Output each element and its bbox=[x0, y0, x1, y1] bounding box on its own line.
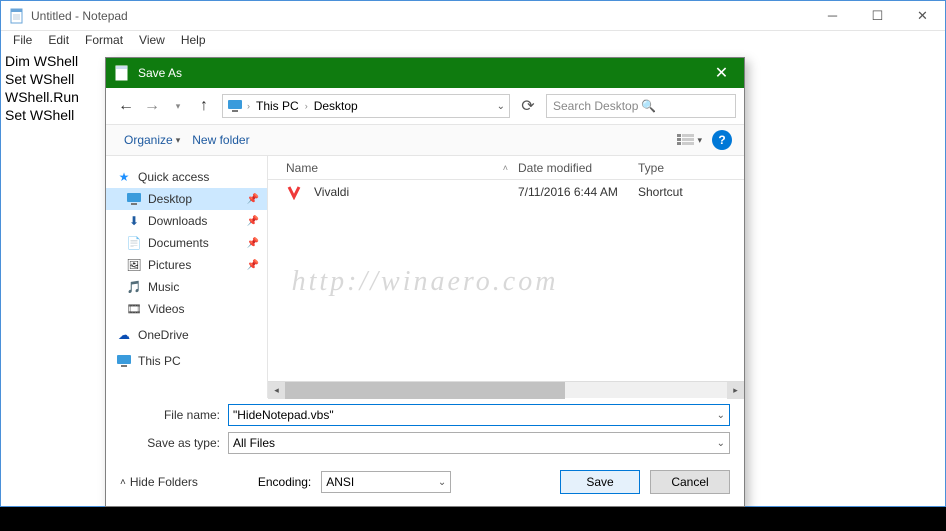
column-date[interactable]: Date modified bbox=[518, 161, 638, 175]
tree-music[interactable]: 🎵 Music bbox=[106, 276, 267, 298]
column-name[interactable]: Name˄ bbox=[268, 161, 518, 175]
pin-icon: 📌 bbox=[247, 238, 259, 249]
list-item[interactable]: Vivaldi 7/11/2016 6:44 AM Shortcut bbox=[268, 180, 744, 204]
breadcrumb-thispc[interactable]: This PC bbox=[254, 99, 301, 113]
notepad-title: Untitled - Notepad bbox=[31, 9, 810, 23]
notepad-icon bbox=[114, 65, 130, 81]
filename-input[interactable]: "HideNotepad.vbs" ⌄ bbox=[228, 404, 730, 426]
tree-documents[interactable]: 📄 Documents 📌 bbox=[106, 232, 267, 254]
tree-downloads[interactable]: ⬇ Downloads 📌 bbox=[106, 210, 267, 232]
saveas-title: Save As bbox=[138, 66, 699, 80]
nav-tree: ★ Quick access Desktop 📌 ⬇ Downloads 📌 📄… bbox=[106, 156, 268, 398]
forward-button[interactable]: → bbox=[140, 94, 164, 118]
newfolder-button[interactable]: New folder bbox=[186, 129, 255, 151]
minimize-button[interactable]: ─ bbox=[810, 1, 855, 31]
menu-view[interactable]: View bbox=[131, 31, 173, 51]
recent-dropdown[interactable]: ▾ bbox=[166, 94, 190, 118]
saveas-dialog: Save As ✕ ← → ▾ ↑ › This PC › Desktop ⌄ … bbox=[105, 57, 745, 507]
breadcrumb-desktop[interactable]: Desktop bbox=[312, 99, 360, 113]
encoding-label: Encoding: bbox=[258, 475, 311, 489]
back-button[interactable]: ← bbox=[114, 94, 138, 118]
file-list: Name˄ Date modified Type Vivaldi 7/11/20… bbox=[268, 156, 744, 398]
star-icon: ★ bbox=[116, 169, 132, 185]
column-type[interactable]: Type bbox=[638, 161, 744, 175]
dialog-close-button[interactable]: ✕ bbox=[699, 58, 744, 88]
view-button[interactable]: ▾ bbox=[677, 133, 702, 147]
save-button[interactable]: Save bbox=[560, 470, 640, 494]
saveastype-label: Save as type: bbox=[120, 436, 228, 450]
encoding-select[interactable]: ANSI ⌄ bbox=[321, 471, 451, 493]
menu-help[interactable]: Help bbox=[173, 31, 214, 51]
help-button[interactable]: ? bbox=[712, 130, 732, 150]
scroll-left-icon[interactable]: ◂ bbox=[268, 382, 285, 399]
videos-icon: 🎞 bbox=[126, 301, 142, 317]
address-bar[interactable]: › This PC › Desktop ⌄ bbox=[222, 94, 510, 118]
tree-onedrive[interactable]: ☁ OneDrive bbox=[106, 324, 267, 346]
menu-edit[interactable]: Edit bbox=[40, 31, 77, 51]
file-date: 7/11/2016 6:44 AM bbox=[518, 185, 638, 199]
notepad-titlebar: Untitled - Notepad ─ ☐ ✕ bbox=[1, 1, 945, 31]
hidefolders-button[interactable]: ˄ Hide Folders bbox=[120, 475, 198, 489]
nav-bar: ← → ▾ ↑ › This PC › Desktop ⌄ ⟳ Search D… bbox=[106, 88, 744, 124]
maximize-button[interactable]: ☐ bbox=[855, 1, 900, 31]
cancel-button[interactable]: Cancel bbox=[650, 470, 730, 494]
scroll-right-icon[interactable]: ▸ bbox=[727, 382, 744, 399]
chevron-down-icon[interactable]: ⌄ bbox=[717, 438, 725, 449]
file-type: Shortcut bbox=[638, 185, 744, 199]
saveas-titlebar: Save As ✕ bbox=[106, 58, 744, 88]
search-icon: 🔍 bbox=[641, 99, 729, 113]
download-icon: ⬇ bbox=[126, 213, 142, 229]
monitor-icon bbox=[116, 353, 132, 369]
tree-thispc[interactable]: This PC bbox=[106, 350, 267, 372]
scroll-thumb[interactable] bbox=[285, 382, 565, 399]
organize-button[interactable]: Organize▾ bbox=[118, 129, 186, 151]
tree-videos[interactable]: 🎞 Videos bbox=[106, 298, 267, 320]
toolbar: Organize▾ New folder ▾ ? bbox=[106, 124, 744, 156]
close-button[interactable]: ✕ bbox=[900, 1, 945, 31]
up-button[interactable]: ↑ bbox=[192, 94, 216, 118]
menu-file[interactable]: File bbox=[5, 31, 40, 51]
view-icon bbox=[677, 133, 695, 147]
list-header: Name˄ Date modified Type bbox=[268, 156, 744, 180]
search-input[interactable]: Search Desktop 🔍 bbox=[546, 94, 736, 118]
pin-icon: 📌 bbox=[247, 194, 259, 205]
tree-desktop[interactable]: Desktop 📌 bbox=[106, 188, 267, 210]
monitor-icon bbox=[227, 98, 243, 114]
saveastype-select[interactable]: All Files ⌄ bbox=[228, 432, 730, 454]
music-icon: 🎵 bbox=[126, 279, 142, 295]
sort-up-icon: ˄ bbox=[503, 163, 508, 173]
vivaldi-icon bbox=[286, 184, 302, 200]
tree-pictures[interactable]: 🖼 Pictures 📌 bbox=[106, 254, 267, 276]
pin-icon: 📌 bbox=[247, 216, 259, 227]
notepad-menubar: File Edit Format View Help bbox=[1, 31, 945, 51]
pin-icon: 📌 bbox=[247, 260, 259, 271]
tree-quickaccess[interactable]: ★ Quick access bbox=[106, 166, 267, 188]
desktop-icon bbox=[126, 191, 142, 207]
horizontal-scrollbar[interactable]: ◂ ▸ bbox=[268, 381, 744, 398]
search-placeholder: Search Desktop bbox=[553, 99, 641, 113]
chevron-right-icon: › bbox=[247, 101, 250, 111]
onedrive-icon: ☁ bbox=[116, 327, 132, 343]
document-icon: 📄 bbox=[126, 235, 142, 251]
address-dropdown[interactable]: ⌄ bbox=[497, 101, 505, 112]
menu-format[interactable]: Format bbox=[77, 31, 131, 51]
chevron-right-icon: › bbox=[305, 101, 308, 111]
refresh-button[interactable]: ⟳ bbox=[516, 94, 540, 118]
filename-label: File name: bbox=[120, 408, 228, 422]
chevron-down-icon[interactable]: ⌄ bbox=[717, 410, 725, 421]
chevron-down-icon[interactable]: ⌄ bbox=[438, 477, 446, 488]
chevron-up-icon: ˄ bbox=[120, 477, 126, 488]
file-name: Vivaldi bbox=[314, 185, 349, 199]
pictures-icon: 🖼 bbox=[126, 257, 142, 273]
notepad-icon bbox=[9, 8, 25, 24]
